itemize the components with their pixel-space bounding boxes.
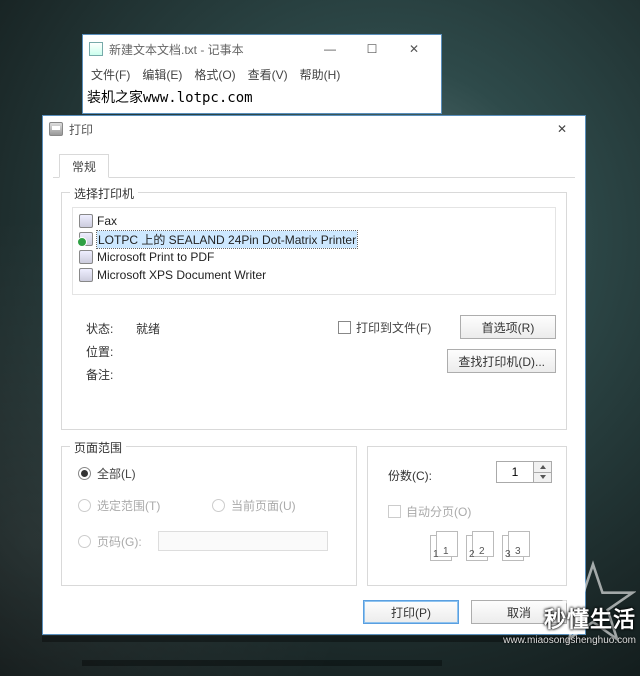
copies-label: 份数(C): bbox=[388, 467, 432, 484]
radio-label: 页码(G): bbox=[97, 533, 142, 550]
notepad-shadow bbox=[82, 660, 442, 666]
printer-icon bbox=[49, 122, 63, 136]
printer-item-icon bbox=[79, 268, 93, 282]
printer-list[interactable]: Fax LOTPC 上的 SEALAND 24Pin Dot-Matrix Pr… bbox=[72, 207, 556, 295]
printer-item-icon bbox=[79, 250, 93, 264]
printer-item-label: Fax bbox=[97, 214, 117, 228]
button-label: 查找打印机(D)... bbox=[458, 353, 545, 370]
checkbox-label: 打印到文件(F) bbox=[356, 319, 431, 336]
copies-input[interactable] bbox=[497, 462, 533, 482]
watermark-text-cn: 秒懂生活 bbox=[544, 602, 636, 634]
printer-item-xps[interactable]: Microsoft XPS Document Writer bbox=[79, 266, 549, 284]
notepad-content[interactable]: 装机之家www.lotpc.com bbox=[83, 85, 441, 109]
chevron-down-icon bbox=[540, 475, 546, 479]
group-select-printer-label: 选择打印机 bbox=[70, 185, 138, 202]
tab-bar: 常规 bbox=[53, 152, 575, 178]
dialog-titlebar[interactable]: 打印 ✕ bbox=[43, 116, 585, 142]
radio-selection: 选定范围(T) bbox=[78, 497, 160, 514]
menu-file[interactable]: 文件(F) bbox=[91, 66, 130, 83]
dialog-footer: 打印(P) 取消 bbox=[43, 590, 585, 634]
notepad-window: 新建文本文档.txt - 记事本 — ☐ ✕ 文件(F) 编辑(E) 格式(O)… bbox=[82, 34, 442, 114]
pages-input bbox=[158, 531, 328, 551]
close-button[interactable]: ✕ bbox=[393, 36, 435, 62]
location-label: 位置: bbox=[86, 343, 113, 360]
radio-label: 选定范围(T) bbox=[97, 497, 160, 514]
minimize-button[interactable]: — bbox=[309, 36, 351, 62]
printer-item-icon bbox=[79, 214, 93, 228]
radio-all[interactable]: 全部(L) bbox=[78, 465, 136, 482]
radio-label: 全部(L) bbox=[97, 465, 136, 482]
menu-help[interactable]: 帮助(H) bbox=[300, 66, 341, 83]
group-copies: 份数(C): 自动分页(O) 11 22 33 bbox=[367, 446, 567, 586]
maximize-button[interactable]: ☐ bbox=[351, 36, 393, 62]
group-page-range-label: 页面范围 bbox=[70, 439, 126, 456]
spin-down-button[interactable] bbox=[533, 473, 551, 483]
group-page-range: 页面范围 全部(L) 选定范围(T) 当前页面(U) 页码(G): bbox=[61, 446, 357, 586]
menu-view[interactable]: 查看(V) bbox=[248, 66, 288, 83]
notepad-title-text: 新建文本文档.txt - 记事本 bbox=[109, 41, 309, 58]
button-label: 取消 bbox=[507, 604, 531, 621]
radio-current-page: 当前页面(U) bbox=[212, 497, 296, 514]
group-select-printer: 选择打印机 Fax LOTPC 上的 SEALAND 24Pin Dot-Mat… bbox=[61, 192, 567, 430]
printer-item-label: LOTPC 上的 SEALAND 24Pin Dot-Matrix Printe… bbox=[97, 231, 357, 248]
copies-spinner[interactable] bbox=[496, 461, 552, 483]
printer-item-label: Microsoft Print to PDF bbox=[97, 250, 214, 264]
button-label: 首选项(R) bbox=[482, 319, 535, 336]
dialog-close-button[interactable]: ✕ bbox=[545, 117, 579, 141]
radio-pages: 页码(G): bbox=[78, 533, 142, 550]
printer-item-fax[interactable]: Fax bbox=[79, 212, 549, 230]
remark-label: 备注: bbox=[86, 366, 113, 383]
radio-icon bbox=[78, 499, 91, 512]
dialog-title: 打印 bbox=[69, 121, 545, 138]
menu-format[interactable]: 格式(O) bbox=[194, 66, 235, 83]
printer-item-icon bbox=[79, 232, 93, 246]
status-label: 状态: bbox=[86, 320, 113, 337]
notepad-menubar: 文件(F) 编辑(E) 格式(O) 查看(V) 帮助(H) bbox=[83, 63, 441, 85]
find-printer-button[interactable]: 查找打印机(D)... bbox=[447, 349, 556, 373]
chevron-up-icon bbox=[540, 465, 546, 469]
status-value: 就绪 bbox=[136, 320, 160, 337]
radio-label: 当前页面(U) bbox=[231, 497, 296, 514]
checkbox-icon bbox=[388, 505, 401, 518]
notepad-titlebar[interactable]: 新建文本文档.txt - 记事本 — ☐ ✕ bbox=[83, 35, 441, 63]
spin-up-button[interactable] bbox=[533, 462, 551, 473]
watermark-text-en: www.miaosongshenghuo.com bbox=[503, 635, 636, 646]
preferences-button[interactable]: 首选项(R) bbox=[460, 315, 556, 339]
print-dialog: 打印 ✕ 常规 选择打印机 Fax LOTPC 上的 SEALAND 24Pin… bbox=[42, 115, 586, 635]
radio-icon bbox=[78, 535, 91, 548]
radio-icon bbox=[212, 499, 225, 512]
notepad-icon bbox=[89, 42, 103, 56]
checkbox-collate: 自动分页(O) bbox=[388, 503, 471, 520]
tab-general[interactable]: 常规 bbox=[59, 154, 109, 178]
collate-illustration: 11 22 33 bbox=[430, 531, 532, 561]
printer-item-network-selected[interactable]: LOTPC 上的 SEALAND 24Pin Dot-Matrix Printe… bbox=[79, 230, 549, 248]
checkbox-print-to-file[interactable]: 打印到文件(F) bbox=[338, 319, 431, 336]
print-button[interactable]: 打印(P) bbox=[363, 600, 459, 624]
radio-icon bbox=[78, 467, 91, 480]
checkbox-icon bbox=[338, 321, 351, 334]
checkbox-label: 自动分页(O) bbox=[406, 503, 471, 520]
menu-edit[interactable]: 编辑(E) bbox=[142, 66, 182, 83]
button-label: 打印(P) bbox=[391, 604, 431, 621]
printer-item-pdf[interactable]: Microsoft Print to PDF bbox=[79, 248, 549, 266]
printer-item-label: Microsoft XPS Document Writer bbox=[97, 268, 266, 282]
